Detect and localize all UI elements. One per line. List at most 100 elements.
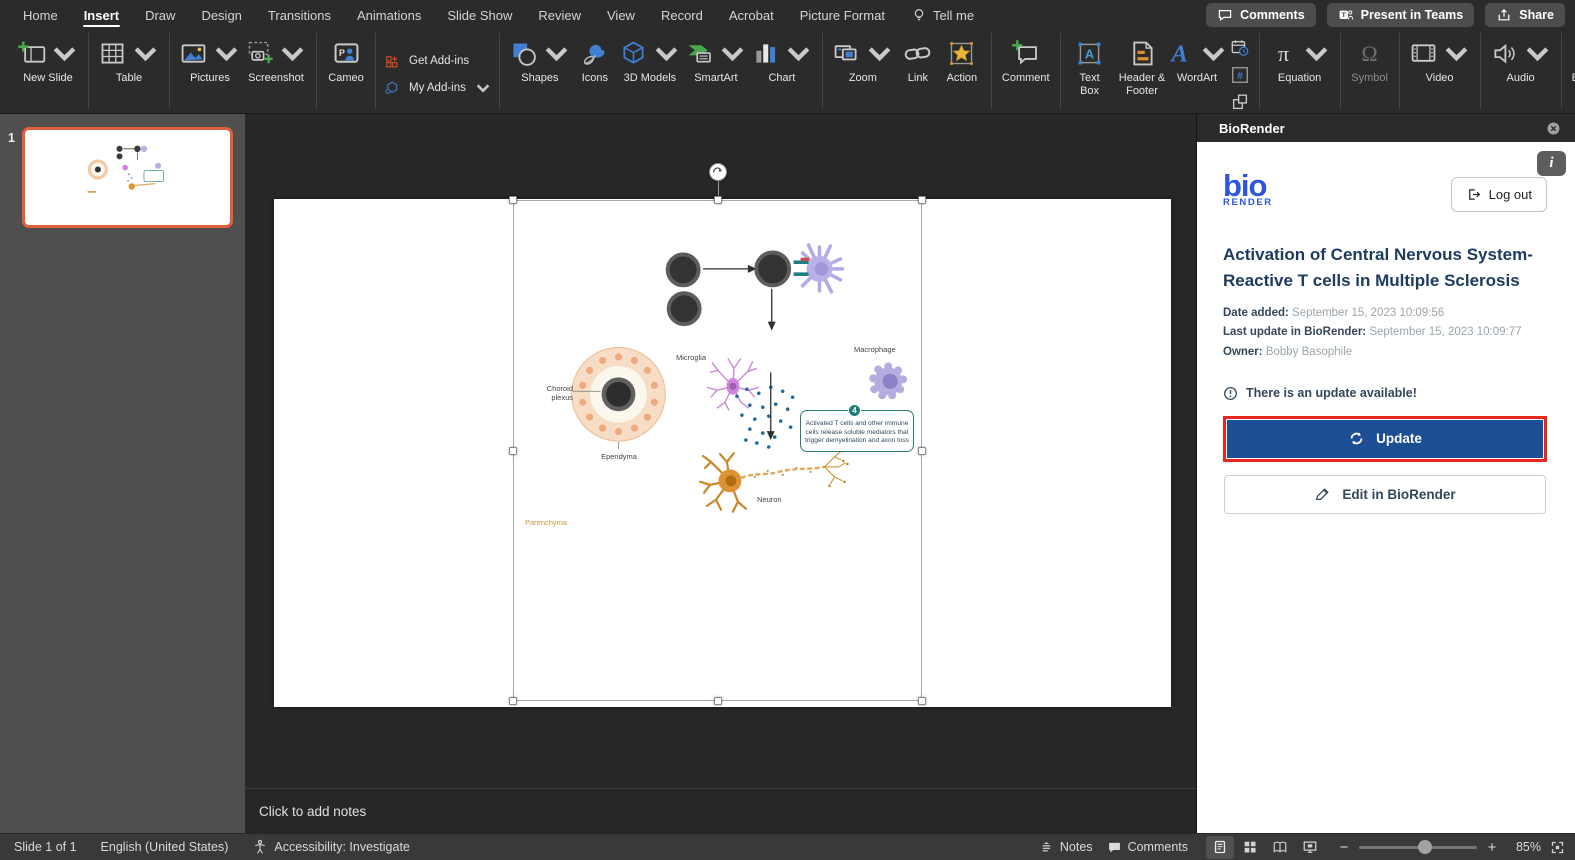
- ribbon-button-label: Shapes: [521, 72, 559, 84]
- slide-canvas[interactable]: Choroid plexus Ependyma Microglia Macrop…: [274, 163, 1171, 707]
- menu-tabs: Home Insert Draw Design Transitions Animation…: [10, 0, 987, 30]
- ribbon-button-new-slide[interactable]: New Slide: [15, 35, 81, 85]
- notes-area[interactable]: Click to add notes: [245, 788, 1196, 833]
- notes-toggle-button[interactable]: Notes: [1039, 840, 1093, 855]
- ribbon-button-smartart[interactable]: SmartArt: [683, 35, 749, 85]
- meta-label: Last update in BioRender:: [1223, 326, 1367, 339]
- 3d-models-icon: [618, 38, 649, 69]
- ribbon-button-symbol[interactable]: Ω Symbol: [1348, 35, 1392, 85]
- rotation-handle-line: [717, 179, 719, 197]
- ribbon-button-screenshot[interactable]: Screenshot: [243, 35, 309, 85]
- selection-handle-bottom-right[interactable]: [918, 697, 926, 705]
- link-icon: [902, 38, 933, 69]
- menu-tab-picture-format[interactable]: Picture Format: [787, 0, 898, 30]
- document-title: Activation of Central Nervous System-Rea…: [1223, 245, 1533, 291]
- ribbon-button-shapes[interactable]: Shapes: [507, 35, 573, 85]
- ribbon-button-audio[interactable]: Audio: [1488, 35, 1554, 85]
- selection-handle-bottom-left[interactable]: [509, 697, 517, 705]
- menu-tab-slide-show[interactable]: Slide Show: [434, 0, 525, 30]
- meta-value: September 15, 2023 10:09:77: [1369, 326, 1522, 339]
- ribbon-button-wordart[interactable]: A WordArt: [1169, 35, 1225, 85]
- ribbon-button-pictures[interactable]: Pictures: [177, 35, 243, 85]
- ribbon-button-get-add-ins[interactable]: Get Add-ins: [383, 52, 469, 70]
- zoom-in-button[interactable]: +: [1486, 839, 1498, 856]
- notes-toggle-label: Notes: [1059, 840, 1093, 854]
- ribbon-button-video[interactable]: Video: [1407, 35, 1473, 85]
- menu-tab-label: Home: [23, 7, 58, 23]
- menu-tab-insert[interactable]: Insert: [71, 0, 132, 30]
- ribbon-button-header-footer[interactable]: Header & Footer: [1112, 35, 1173, 98]
- ribbon-button-date-and-time[interactable]: [1228, 36, 1252, 60]
- ribbon-button-label: Symbol: [1351, 72, 1388, 84]
- selection-handle-top-left[interactable]: [509, 196, 517, 204]
- ribbon-button-table[interactable]: Table: [96, 35, 162, 85]
- svg-text:A: A: [1169, 41, 1187, 68]
- ribbon-button-zoom[interactable]: Zoom: [830, 35, 896, 85]
- ribbon-button-label: Header & Footer: [1118, 72, 1166, 97]
- diagram-label-choroid-plexus: Choroid plexus: [546, 384, 573, 403]
- comments-toggle-button[interactable]: Comments: [1107, 840, 1188, 855]
- ribbon-button-icons[interactable]: Icons: [573, 35, 617, 85]
- selected-image-frame[interactable]: Choroid plexus Ependyma Microglia Macrop…: [509, 163, 926, 705]
- menu-tab-home[interactable]: Home: [10, 0, 71, 30]
- screenshot-icon: [244, 38, 275, 69]
- rotation-handle[interactable]: [708, 163, 727, 181]
- zoom-slider[interactable]: [1359, 839, 1477, 854]
- shapes-icon: [508, 38, 539, 69]
- slide-sorter-view-button[interactable]: [1236, 836, 1264, 859]
- menu-tab-acrobat[interactable]: Acrobat: [716, 0, 787, 30]
- pictures-icon: [178, 38, 209, 69]
- menu-tab-record[interactable]: Record: [648, 0, 716, 30]
- ribbon-button-chart[interactable]: Chart: [749, 35, 815, 85]
- ribbon-button-cameo[interactable]: P Cameo: [324, 35, 368, 85]
- ribbon-button-my-add-ins[interactable]: My Add-ins: [383, 79, 492, 97]
- ribbon-button-slide-number[interactable]: #: [1228, 63, 1252, 87]
- status-accessibility-investigate[interactable]: Accessibility: Investigate: [252, 839, 410, 855]
- menu-right-buttons: Comments T Present in Teams Share: [1206, 3, 1565, 27]
- menu-tab-transitions[interactable]: Transitions: [255, 0, 344, 30]
- fit-to-window-icon: [1551, 841, 1564, 853]
- menu-tab-tell-me[interactable]: Tell me: [898, 0, 987, 30]
- ribbon-button-insert-object[interactable]: [1228, 90, 1252, 114]
- menu-tab-view[interactable]: View: [594, 0, 648, 30]
- ribbon-button-3d-models[interactable]: 3D Models: [617, 35, 683, 85]
- ribbon-insert-tab: New Slide Table Pictures Screenshot P Cameo Ge…: [0, 30, 1575, 114]
- ribbon-button-comment[interactable]: Comment: [999, 35, 1053, 85]
- status-slide-1-of-1[interactable]: Slide 1 of 1: [14, 840, 77, 854]
- slide-thumbnail[interactable]: [21, 127, 233, 228]
- panel-close-button[interactable]: [1546, 121, 1561, 136]
- ribbon-button-action[interactable]: Action: [940, 35, 984, 85]
- ribbon-button-equation[interactable]: π Equation: [1267, 35, 1333, 85]
- diagram-label-microglia: Microglia: [676, 353, 707, 362]
- logout-button[interactable]: Log out: [1450, 177, 1547, 212]
- fit-to-window-button[interactable]: [1550, 840, 1565, 855]
- pencil-icon: [1316, 488, 1330, 501]
- selection-handle-top-middle[interactable]: [713, 196, 722, 204]
- reading-view-button[interactable]: [1266, 836, 1294, 859]
- slideshow-view-button[interactable]: [1296, 836, 1324, 859]
- edit-in-biorender-button[interactable]: Edit in BioRender: [1224, 474, 1546, 514]
- ribbon-button-text-box[interactable]: A Text Box: [1068, 35, 1112, 98]
- menu-tab-draw[interactable]: Draw: [132, 0, 188, 30]
- ribbon-button-link[interactable]: Link: [896, 35, 940, 85]
- menu-tab-review[interactable]: Review: [525, 0, 594, 30]
- share-button[interactable]: Share: [1485, 3, 1565, 27]
- comments-button[interactable]: Comments: [1206, 3, 1316, 27]
- diagram-annotation-text: Activated T cells and other immune cells…: [805, 420, 909, 445]
- ribbon-button-biorender[interactable]: bioRENDERBioRender: [1569, 35, 1575, 85]
- svg-text:Ω: Ω: [1361, 42, 1377, 66]
- status-english-united-states[interactable]: English (United States): [101, 840, 229, 854]
- selection-handle-bottom-middle[interactable]: [713, 697, 722, 705]
- menu-tab-animations[interactable]: Animations: [344, 0, 434, 30]
- update-button[interactable]: Update: [1227, 419, 1543, 458]
- selection-handle-middle-left[interactable]: [509, 446, 517, 455]
- comments-toggle-label: Comments: [1127, 840, 1188, 854]
- selection-handle-middle-right[interactable]: [918, 446, 926, 455]
- info-button[interactable]: i: [1537, 151, 1566, 176]
- menu-tab-design[interactable]: Design: [188, 0, 254, 30]
- selection-handle-top-right[interactable]: [918, 196, 926, 204]
- zoom-slider-thumb[interactable]: [1418, 839, 1433, 854]
- zoom-out-button[interactable]: −: [1338, 839, 1350, 856]
- normal-view-button[interactable]: [1206, 835, 1234, 859]
- present-in-teams-button[interactable]: T Present in Teams: [1326, 3, 1475, 27]
